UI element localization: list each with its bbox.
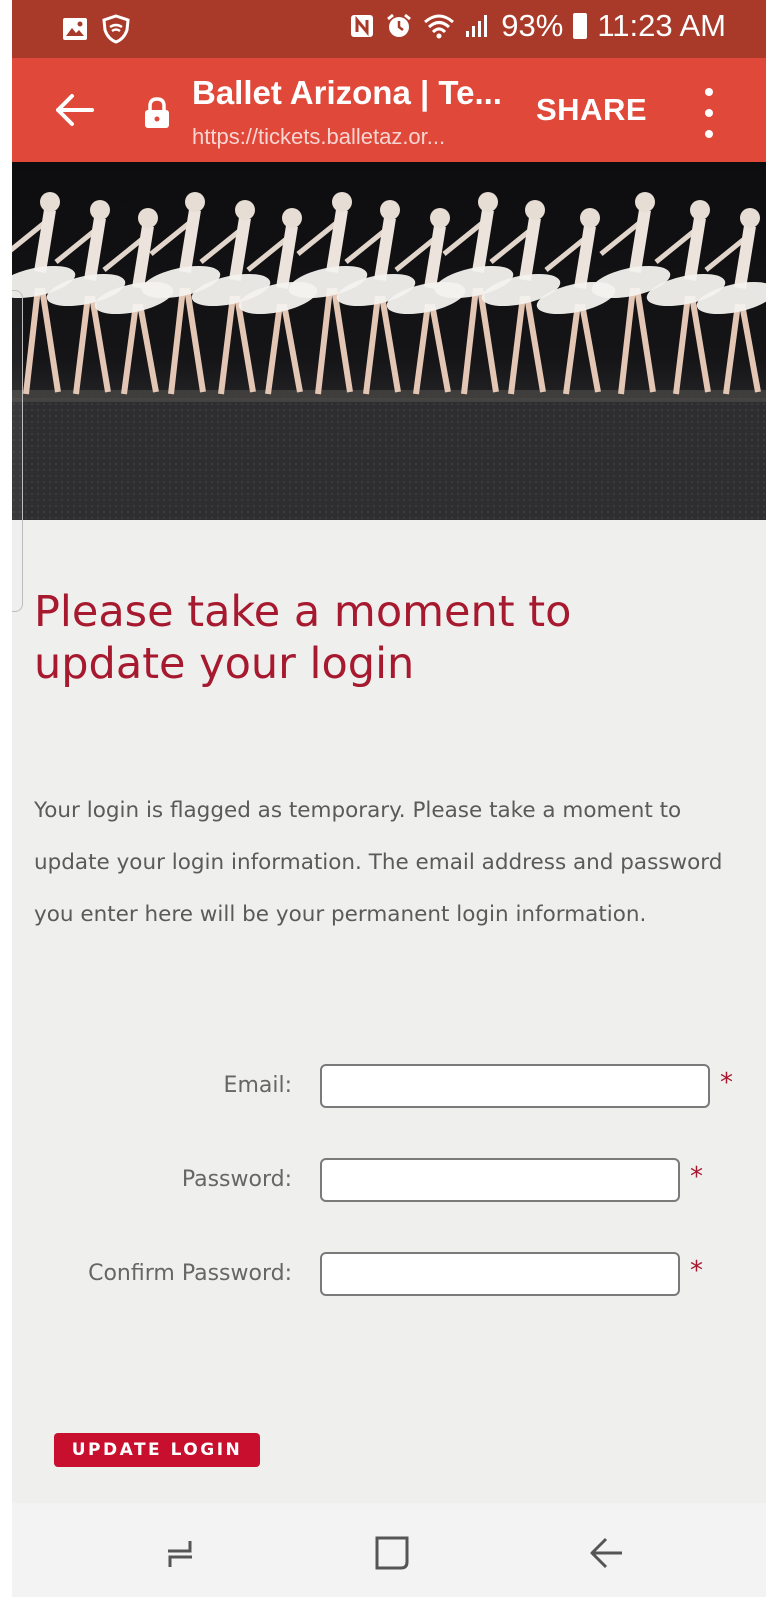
password-field[interactable] (320, 1158, 680, 1202)
confirm-password-label: Confirm Password: (88, 1261, 292, 1286)
required-marker: * (720, 1068, 733, 1098)
password-label: Password: (181, 1167, 292, 1192)
required-marker: * (690, 1162, 703, 1192)
wifi-icon (424, 14, 455, 39)
hero-banner-image (12, 162, 766, 520)
back-arrow-icon[interactable] (52, 88, 96, 132)
system-nav-bar (12, 1503, 766, 1597)
status-bar: 93% 11:23 AM (12, 0, 766, 58)
more-dot (705, 109, 713, 117)
battery-icon (573, 13, 588, 39)
more-dot (705, 88, 713, 96)
dancer-figure (536, 208, 616, 395)
update-login-heading: Please take a moment to update your logi… (34, 587, 572, 689)
vpn-shield-icon (102, 14, 130, 44)
email-label: Email: (223, 1073, 292, 1098)
lock-icon (145, 97, 169, 128)
home-icon[interactable] (372, 1533, 412, 1573)
required-marker: * (690, 1256, 703, 1286)
temporary-login-notice: Your login is flagged as temporary. Plea… (34, 798, 723, 927)
recents-icon[interactable] (160, 1533, 200, 1573)
side-panel-handle[interactable] (12, 290, 23, 612)
page-title[interactable]: Ballet Arizona | Te... (192, 74, 502, 112)
alarm-icon (387, 13, 412, 37)
more-vert-icon[interactable] (702, 88, 716, 138)
clock: 11:23 AM (597, 8, 726, 43)
email-field[interactable] (320, 1064, 710, 1108)
nfc-icon (351, 15, 374, 37)
signal-icon (466, 15, 488, 37)
browser-toolbar: Ballet Arizona | Te... https://tickets.b… (12, 58, 766, 162)
battery-percent: 93% (501, 8, 564, 43)
more-dot (705, 130, 713, 138)
confirm-password-field[interactable] (320, 1252, 680, 1296)
gallery-icon (63, 18, 87, 40)
back-icon[interactable] (586, 1533, 626, 1573)
page-url[interactable]: https://tickets.balletaz.or... (192, 124, 445, 150)
ballet-dancers-illustration (12, 192, 766, 520)
status-right: 93% 11:23 AM (349, 8, 726, 44)
update-login-button[interactable]: UPDATE LOGIN (54, 1433, 260, 1467)
status-left (62, 14, 130, 44)
share-button[interactable]: SHARE (536, 92, 647, 128)
phone-screen: 93% 11:23 AM Ballet Arizona | Te... http… (12, 0, 766, 1597)
